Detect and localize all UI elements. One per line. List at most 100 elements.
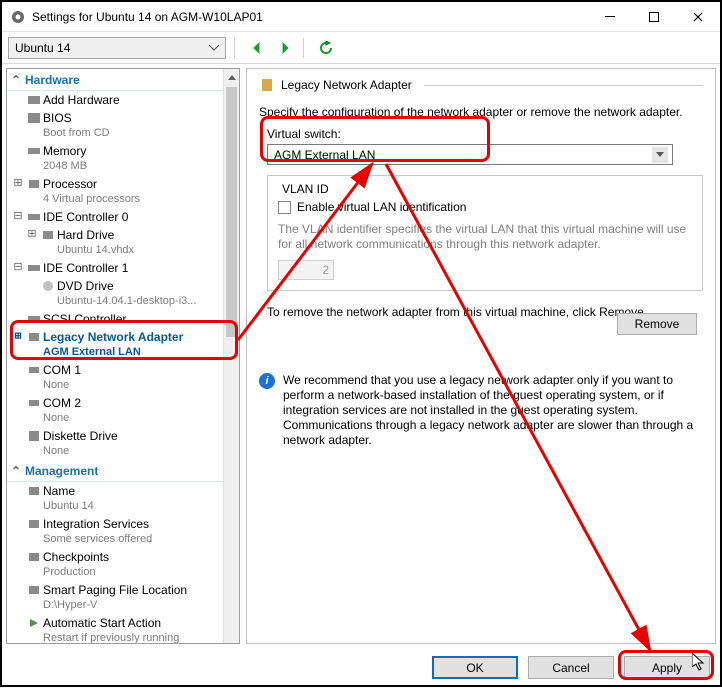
tree-item-bios[interactable]: BIOS Boot from CD <box>7 109 239 142</box>
collapse-icon: ⌃ <box>11 73 21 87</box>
scroll-thumb[interactable] <box>226 87 237 337</box>
vlan-id-value: 2 <box>322 263 329 277</box>
header-divider <box>424 85 703 86</box>
tree-label: Diskette Drive <box>43 429 235 443</box>
nav-back-button[interactable] <box>247 38 267 58</box>
tree-label: Integration Services <box>43 517 235 531</box>
section-hardware-label: Hardware <box>25 73 80 87</box>
maximize-button[interactable] <box>632 2 676 32</box>
tree-sublabel: Ubuntu 14.vhdx <box>57 243 235 257</box>
info-icon: i <box>259 373 275 389</box>
vm-selector-dropdown[interactable]: Ubuntu 14 <box>8 37 226 59</box>
tree-sublabel: None <box>43 411 235 425</box>
network-adapter-icon <box>259 77 275 93</box>
tree-sublabel: Restart if previously running <box>43 631 235 644</box>
remove-button-label: Remove <box>635 317 680 331</box>
section-management[interactable]: ⌃ Management <box>7 460 239 482</box>
virtual-switch-value: AGM External LAN <box>274 148 375 162</box>
details-header: Legacy Network Adapter <box>281 78 412 92</box>
details-intro: Specify the configuration of the network… <box>259 105 703 119</box>
virtual-switch-label: Virtual switch: <box>267 127 703 141</box>
remove-button[interactable]: Remove <box>617 313 697 335</box>
tree-sublabel: Some services offered <box>43 532 235 546</box>
vlan-enable-checkbox[interactable] <box>278 201 291 214</box>
chevron-down-icon <box>652 147 668 163</box>
tree-sublabel: 4 Virtual processors <box>43 192 235 206</box>
tree-sublabel: Production <box>43 565 235 579</box>
tree-item-integration[interactable]: Integration Services Some services offer… <box>7 515 239 548</box>
ok-button[interactable]: OK <box>432 656 518 679</box>
cursor-icon <box>692 653 706 671</box>
tree-item-diskette[interactable]: Diskette Drive None <box>7 427 239 460</box>
minimize-button[interactable] <box>588 2 632 32</box>
window-titlebar: Settings for Ubuntu 14 on AGM-W10LAP01 <box>2 2 720 32</box>
toolbar-divider <box>234 38 235 58</box>
tree-label: Name <box>43 484 235 498</box>
vlan-group-title: VLAN ID <box>278 182 333 196</box>
tree-item-add-hardware[interactable]: Add Hardware <box>7 91 239 109</box>
vlan-help-text: The VLAN identifier specifies the virtua… <box>278 222 692 252</box>
tree-sublabel: None <box>43 444 235 458</box>
tree-item-name[interactable]: Name Ubuntu 14 <box>7 482 239 515</box>
tree-label: Memory <box>43 144 235 158</box>
toolbar-divider <box>303 38 304 58</box>
collapse-icon: ⌃ <box>11 464 21 478</box>
tree-item-processor[interactable]: ⊞ Processor 4 Virtual processors <box>7 175 239 208</box>
dialog-buttons: OK Cancel Apply <box>432 656 710 679</box>
tree-item-com2[interactable]: COM 2 None <box>7 394 239 427</box>
tree-item-memory[interactable]: Memory 2048 MB <box>7 142 239 175</box>
tree-item-dvddrive[interactable]: DVD Drive Ubuntu-14.04.1-desktop-i3... <box>7 277 239 310</box>
tree-item-com1[interactable]: COM 1 None <box>7 361 239 394</box>
tree-sublabel: Boot from CD <box>43 126 235 140</box>
apply-label: Apply <box>652 661 682 675</box>
vlan-id-group: VLAN ID Enable virtual LAN identificatio… <box>267 175 703 291</box>
tree-item-scsi[interactable]: SCSI Controller <box>7 310 239 328</box>
info-text: We recommend that you use a legacy netwo… <box>283 373 703 448</box>
tree-label: Hard Drive <box>57 228 235 242</box>
tree-scrollbar[interactable] <box>223 69 239 643</box>
tree-sublabel: Ubuntu 14 <box>43 499 235 513</box>
tree-label: COM 1 <box>43 363 235 377</box>
nav-forward-button[interactable] <box>275 38 295 58</box>
ok-label: OK <box>466 661 483 675</box>
tree-label: IDE Controller 0 <box>43 210 235 224</box>
cancel-label: Cancel <box>552 661 589 675</box>
chevron-down-icon <box>209 45 219 51</box>
details-panel: Legacy Network Adapter Specify the confi… <box>246 68 716 644</box>
tree-label: COM 2 <box>43 396 235 410</box>
tree-label: Automatic Start Action <box>43 616 235 630</box>
tree-label: IDE Controller 1 <box>43 261 235 275</box>
tree-item-harddrive[interactable]: ⊞ Hard Drive Ubuntu 14.vhdx <box>7 226 239 259</box>
tree-label: Processor <box>43 177 235 191</box>
tree-item-auto-start[interactable]: Automatic Start Action Restart if previo… <box>7 614 239 644</box>
tree-sublabel: Ubuntu-14.04.1-desktop-i3... <box>57 294 235 308</box>
vm-selector-value: Ubuntu 14 <box>15 41 70 55</box>
toolbar: Ubuntu 14 <box>2 32 720 64</box>
tree-item-checkpoints[interactable]: Checkpoints Production <box>7 548 239 581</box>
tree-label: Add Hardware <box>43 93 235 107</box>
vlan-id-input: 2 <box>278 260 334 280</box>
tree-sublabel: 2048 MB <box>43 159 235 173</box>
tree-item-legacy-network-adapter[interactable]: ⊞ Legacy Network Adapter AGM External LA… <box>7 328 239 361</box>
tree-item-ide0[interactable]: ⊟ IDE Controller 0 <box>7 208 239 226</box>
tree-sublabel: None <box>43 378 235 392</box>
vlan-enable-label: Enable virtual LAN identification <box>297 200 466 214</box>
tree-label: Legacy Network Adapter <box>43 330 235 344</box>
scroll-up-button[interactable] <box>224 69 239 85</box>
tree-item-ide1[interactable]: ⊟ IDE Controller 1 <box>7 259 239 277</box>
close-button[interactable] <box>676 2 720 32</box>
cancel-button[interactable]: Cancel <box>528 656 614 679</box>
tree-label: DVD Drive <box>57 279 235 293</box>
section-hardware[interactable]: ⌃ Hardware <box>7 69 239 91</box>
tree-label: Smart Paging File Location <box>43 583 235 597</box>
tree-sublabel: AGM External LAN <box>43 345 235 359</box>
refresh-button[interactable] <box>316 38 336 58</box>
window-title: Settings for Ubuntu 14 on AGM-W10LAP01 <box>32 10 588 24</box>
virtual-switch-dropdown[interactable]: AGM External LAN <box>267 144 673 165</box>
settings-icon <box>10 9 26 25</box>
tree-label: BIOS <box>43 111 235 125</box>
tree-label: SCSI Controller <box>43 312 235 326</box>
tree-sublabel: D:\Hyper-V <box>43 598 235 612</box>
tree-item-smart-paging[interactable]: Smart Paging File Location D:\Hyper-V <box>7 581 239 614</box>
section-management-label: Management <box>25 464 98 478</box>
